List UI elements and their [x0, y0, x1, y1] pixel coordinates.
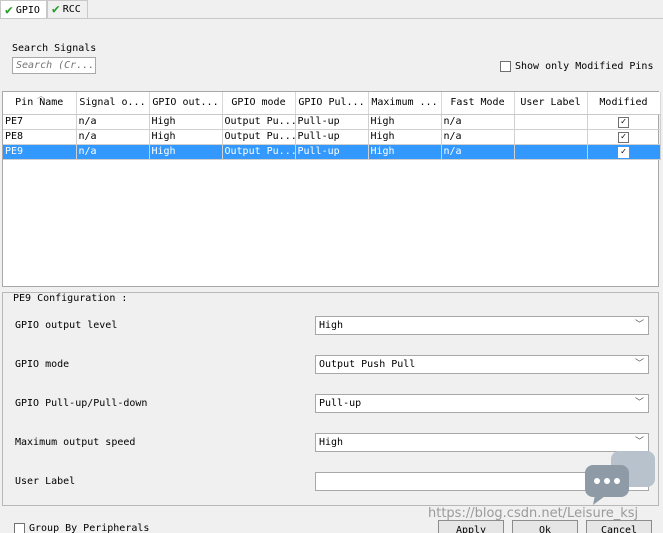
modified-checkbox[interactable]: ✓: [618, 146, 629, 158]
group-by-toggle[interactable]: Group By Peripherals: [14, 523, 149, 533]
gpio-mode-select[interactable]: Output Push Pull ﹀: [315, 355, 649, 374]
cell-pull: Pull-up: [295, 144, 369, 160]
table-row[interactable]: PE8 n/a High Output Pu... Pull-up High n…: [3, 129, 661, 145]
cell-fast: n/a: [441, 114, 515, 130]
chevron-down-icon: ﹀: [634, 320, 644, 330]
chevron-down-icon: ﹀: [634, 398, 644, 408]
cell-pull: Pull-up: [295, 129, 369, 145]
cell-modified[interactable]: ✓: [587, 114, 661, 130]
chat-bubble-icon: [585, 451, 655, 505]
cell-mode: Output Pu...: [222, 144, 296, 160]
output-level-label: GPIO output level: [15, 320, 118, 331]
pin-configuration-group: PE9 Configuration : GPIO output level Hi…: [2, 292, 659, 506]
cell-label: [514, 144, 588, 160]
column-header-modified[interactable]: Modified: [587, 92, 661, 115]
gpio-mode-label: GPIO mode: [15, 359, 70, 370]
pull-value: Pull-up: [319, 398, 362, 409]
cell-pin: PE7: [3, 114, 77, 130]
cell-output: High: [149, 114, 223, 130]
group-by-label: Group By Peripherals: [29, 523, 150, 533]
check-icon: ✔: [5, 2, 13, 18]
cell-mode: Output Pu...: [222, 129, 296, 145]
cancel-button[interactable]: Cancel: [586, 520, 652, 533]
gpio-panel: Search Signals Show only Modified Pins ︿…: [0, 18, 663, 533]
check-icon: ✔: [51, 2, 60, 17]
show-modified-toggle[interactable]: Show only Modified Pins: [500, 61, 653, 72]
cell-mode: Output Pu...: [222, 114, 296, 130]
table-row[interactable]: PE7 n/a High Output Pu... Pull-up High n…: [3, 114, 661, 130]
tab-rcc-label: RCC: [62, 4, 81, 15]
cell-pin: PE8: [3, 129, 77, 145]
output-level-value: High: [319, 320, 344, 331]
table-header: ︿ Pin Name Signal o... GPIO out... GPIO m…: [3, 92, 661, 115]
chevron-down-icon: ﹀: [634, 359, 644, 369]
show-modified-label: Show only Modified Pins: [515, 61, 654, 72]
gpio-mode-value: Output Push Pull: [319, 359, 416, 370]
modified-checkbox[interactable]: ✓: [618, 116, 629, 128]
tab-rcc[interactable]: ✔ RCC: [46, 0, 88, 18]
table-row-selected[interactable]: PE9 n/a High Output Pu... Pull-up High n…: [3, 144, 661, 160]
cell-modified[interactable]: ✓: [587, 129, 661, 145]
column-header-maximum[interactable]: Maximum ...: [368, 92, 442, 115]
column-header-user-label[interactable]: User Label: [514, 92, 588, 115]
watermark-text: https://blog.csdn.net/Leisure_ksj: [428, 506, 639, 521]
cell-fast: n/a: [441, 129, 515, 145]
cell-label: [514, 129, 588, 145]
column-header-signal[interactable]: Signal o...: [76, 92, 150, 115]
cell-speed: High: [368, 129, 442, 145]
cell-signal: n/a: [76, 129, 150, 145]
cell-signal: n/a: [76, 144, 150, 160]
pin-table: ︿ Pin Name Signal o... GPIO out... GPIO m…: [2, 91, 661, 287]
tab-gpio[interactable]: ✔ GPIO: [0, 0, 47, 19]
cell-output: High: [149, 129, 223, 145]
cell-speed: High: [368, 114, 442, 130]
apply-button[interactable]: Apply: [438, 520, 504, 533]
group-by-checkbox[interactable]: [14, 523, 25, 533]
modified-checkbox[interactable]: ✓: [618, 131, 629, 143]
column-header-gpio-pull[interactable]: GPIO Pul...: [295, 92, 369, 115]
max-speed-value: High: [319, 437, 344, 448]
column-header-pin-name[interactable]: ︿ Pin Name: [3, 92, 77, 115]
cell-modified[interactable]: ✓: [587, 144, 661, 160]
column-header-fast-mode[interactable]: Fast Mode: [441, 92, 515, 115]
sort-arrow-icon: ︿: [37, 92, 45, 100]
ok-button[interactable]: Ok: [512, 520, 578, 533]
show-modified-checkbox[interactable]: [500, 61, 511, 72]
tab-gpio-label: GPIO: [15, 4, 40, 16]
cell-signal: n/a: [76, 114, 150, 130]
tab-bar: ✔ GPIO ✔ RCC: [0, 0, 88, 19]
cell-fast: n/a: [441, 144, 515, 160]
column-header-gpio-output[interactable]: GPIO out...: [149, 92, 223, 115]
user-label-label: User Label: [15, 476, 76, 487]
cell-pin: PE9: [3, 144, 77, 160]
pull-select[interactable]: Pull-up ﹀: [315, 394, 649, 413]
max-speed-label: Maximum output speed: [15, 437, 136, 448]
cell-output: High: [149, 144, 223, 160]
cell-label: [514, 114, 588, 130]
pull-label: GPIO Pull-up/Pull-down: [15, 398, 148, 409]
configuration-title: PE9 Configuration :: [13, 293, 128, 304]
column-header-gpio-mode[interactable]: GPIO mode: [222, 92, 296, 115]
output-level-select[interactable]: High ﹀: [315, 316, 649, 335]
cell-speed: High: [368, 144, 442, 160]
search-label: Search Signals: [12, 43, 97, 54]
search-input[interactable]: [12, 57, 96, 74]
cell-pull: Pull-up: [295, 114, 369, 130]
